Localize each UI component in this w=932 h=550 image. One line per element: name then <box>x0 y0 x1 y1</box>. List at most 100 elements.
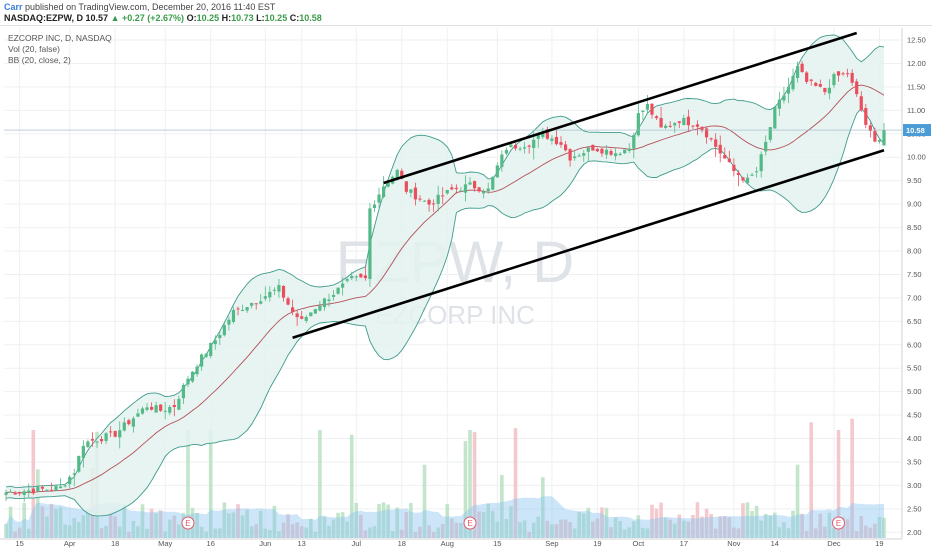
candle-body <box>445 190 449 194</box>
candle-body <box>468 182 472 185</box>
candle-body <box>623 149 627 154</box>
candle-body <box>22 491 26 495</box>
candle-body <box>800 63 804 73</box>
candle-body <box>127 420 131 425</box>
candle-body <box>759 154 763 172</box>
y-tick-label: 11.50 <box>907 82 925 91</box>
y-tick-label: 12.50 <box>907 36 926 45</box>
x-tick-label: 14 <box>771 539 779 548</box>
y-tick-label: 5.50 <box>907 364 922 373</box>
candle-body <box>368 208 372 279</box>
candle-body <box>136 413 140 417</box>
candle-body <box>745 177 750 184</box>
candle-body <box>327 299 331 302</box>
candle-body <box>86 441 90 448</box>
candle-body <box>363 275 367 279</box>
candle-body <box>768 127 772 140</box>
candle-body <box>268 291 272 298</box>
candle-body <box>486 188 490 192</box>
candle-body <box>595 148 599 152</box>
x-tick-label: Nov <box>727 539 741 548</box>
candle-body <box>664 125 668 128</box>
candle-body <box>877 139 882 142</box>
candle-body <box>322 298 327 308</box>
candle-body <box>336 287 340 294</box>
candle-body <box>113 431 117 437</box>
x-tick-label: May <box>158 539 172 548</box>
legend-title: EZCORP INC, D, NASDAQ <box>8 33 112 43</box>
candle-body <box>563 144 568 151</box>
x-tick-label: Jun <box>259 539 271 548</box>
last-price-tag-label: 10.58 <box>906 126 925 135</box>
candle-body <box>99 439 104 442</box>
x-tick-label: Jul <box>351 539 361 548</box>
candle-body <box>227 319 231 325</box>
candle-body <box>281 285 286 298</box>
candle-body <box>495 165 499 178</box>
candle-body <box>31 488 35 494</box>
candle-body <box>354 276 358 278</box>
candle-body <box>409 189 413 193</box>
candle-body <box>318 305 322 311</box>
candle-body <box>773 106 777 129</box>
candle-body <box>77 456 81 472</box>
candle-body <box>509 144 513 148</box>
candle-body <box>159 404 163 411</box>
y-tick-label: 12.00 <box>907 59 926 68</box>
candle-body <box>200 354 204 367</box>
candle-body <box>641 110 645 112</box>
candle-body <box>149 406 154 410</box>
legend-volume[interactable]: Vol (20, false) <box>8 44 60 54</box>
candle-body <box>864 108 868 125</box>
candle-body <box>846 73 850 75</box>
y-tick-label: 5.00 <box>907 387 922 396</box>
candle-body <box>372 204 377 209</box>
candle-body <box>600 148 604 154</box>
candle-body <box>263 296 267 299</box>
candle-body <box>645 103 650 110</box>
candle-body <box>131 418 135 427</box>
candle-body <box>518 148 522 150</box>
candle-body <box>404 181 408 192</box>
candle-body <box>836 71 841 76</box>
candle-body <box>791 76 795 90</box>
candle-body <box>673 123 677 126</box>
candle-body <box>559 142 563 145</box>
legend-bollinger[interactable]: BB (20, close, 2) <box>8 55 71 65</box>
candle-body <box>277 285 281 292</box>
candle-body <box>286 298 290 305</box>
candle-body <box>695 124 700 127</box>
y-tick-label: 2.50 <box>907 504 922 513</box>
candle-body <box>181 384 186 399</box>
candle-body <box>254 303 258 305</box>
candle-body <box>345 279 349 281</box>
candle-body <box>240 310 245 312</box>
candle-body <box>677 121 681 123</box>
candle-body <box>172 404 176 407</box>
candle-body <box>49 489 54 491</box>
candle-body <box>513 144 518 149</box>
candle-body <box>291 307 295 312</box>
candle-body <box>68 476 72 485</box>
x-tick-label: 19 <box>875 539 883 548</box>
candle-body <box>814 82 818 86</box>
candle-body <box>500 154 504 167</box>
x-tick-label: 15 <box>15 539 23 548</box>
x-tick-label: 15 <box>493 539 501 548</box>
candle-body <box>432 203 436 205</box>
candle-body <box>8 491 13 493</box>
candle-body <box>613 153 618 157</box>
candle-body <box>313 309 317 314</box>
price-chart[interactable]: EZPW, DEZCORP INCE E E12.5012.0011.5011.00… <box>0 0 932 550</box>
y-tick-label: 11.00 <box>907 106 925 115</box>
candle-body <box>573 156 577 159</box>
candle-body <box>818 84 822 87</box>
y-tick-label: 7.00 <box>907 293 922 302</box>
x-tick-label: 19 <box>593 539 601 548</box>
candle-body <box>304 317 308 321</box>
candle-body <box>250 302 254 306</box>
candle-body <box>823 87 827 93</box>
y-tick-label: 6.00 <box>907 340 922 349</box>
y-tick-label: 4.00 <box>907 434 922 443</box>
candle-body <box>650 103 654 115</box>
